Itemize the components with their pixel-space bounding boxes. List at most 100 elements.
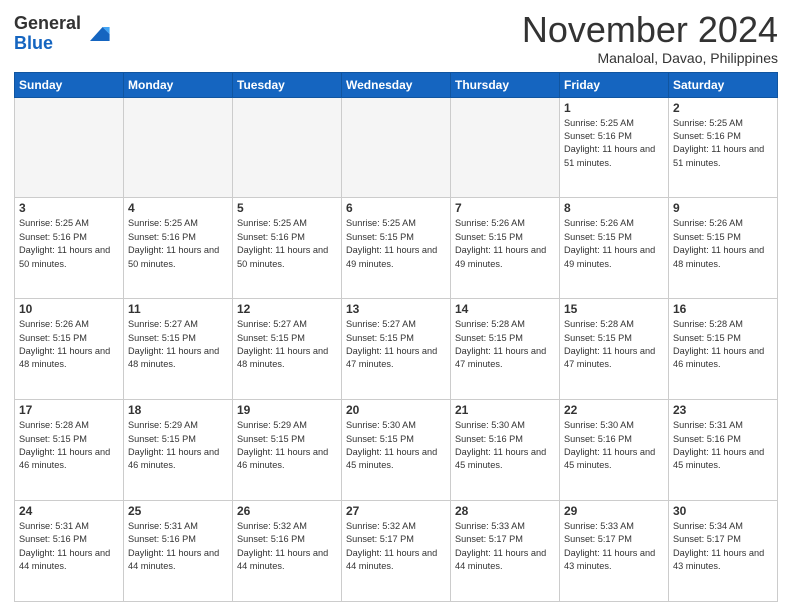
day-info: Sunrise: 5:26 AM Sunset: 5:15 PM Dayligh… bbox=[455, 217, 555, 270]
calendar-cell bbox=[124, 97, 233, 198]
calendar-cell: 29 Sunrise: 5:33 AM Sunset: 5:17 PM Dayli… bbox=[560, 501, 669, 602]
day-number: 27 bbox=[346, 504, 446, 518]
calendar-cell: 9 Sunrise: 5:26 AM Sunset: 5:15 PM Daylig… bbox=[669, 198, 778, 299]
day-info: Sunrise: 5:27 AM Sunset: 5:15 PM Dayligh… bbox=[346, 318, 446, 371]
weekday-header-row: SundayMondayTuesdayWednesdayThursdayFrid… bbox=[15, 72, 778, 97]
day-info: Sunrise: 5:33 AM Sunset: 5:17 PM Dayligh… bbox=[564, 520, 664, 573]
calendar-cell: 15 Sunrise: 5:28 AM Sunset: 5:15 PM Dayli… bbox=[560, 299, 669, 400]
calendar-cell: 11 Sunrise: 5:27 AM Sunset: 5:15 PM Dayli… bbox=[124, 299, 233, 400]
calendar-cell: 30 Sunrise: 5:34 AM Sunset: 5:17 PM Dayli… bbox=[669, 501, 778, 602]
day-number: 3 bbox=[19, 201, 119, 215]
calendar-cell: 5 Sunrise: 5:25 AM Sunset: 5:16 PM Daylig… bbox=[233, 198, 342, 299]
calendar-cell: 10 Sunrise: 5:26 AM Sunset: 5:15 PM Dayli… bbox=[15, 299, 124, 400]
weekday-header-cell: Saturday bbox=[669, 72, 778, 97]
day-number: 14 bbox=[455, 302, 555, 316]
calendar-cell: 24 Sunrise: 5:31 AM Sunset: 5:16 PM Dayli… bbox=[15, 501, 124, 602]
day-number: 30 bbox=[673, 504, 773, 518]
calendar-cell: 1 Sunrise: 5:25 AM Sunset: 5:16 PM Daylig… bbox=[560, 97, 669, 198]
calendar-cell: 8Sunrise: 5:26 AM Sunset: 5:15 PM Daylig… bbox=[560, 198, 669, 299]
day-info: Sunrise: 5:33 AM Sunset: 5:17 PM Dayligh… bbox=[455, 520, 555, 573]
day-info: Sunrise: 5:28 AM Sunset: 5:15 PM Dayligh… bbox=[564, 318, 664, 371]
calendar-cell: 12 Sunrise: 5:27 AM Sunset: 5:15 PM Dayli… bbox=[233, 299, 342, 400]
calendar-cell: 14Sunrise: 5:28 AM Sunset: 5:15 PM Dayli… bbox=[451, 299, 560, 400]
day-info: Sunrise: 5:29 AM Sunset: 5:15 PM Dayligh… bbox=[237, 419, 337, 472]
day-number: 1 bbox=[564, 101, 664, 115]
header: General Blue November 2024 Manaloal, Dav… bbox=[14, 10, 778, 66]
day-number: 26 bbox=[237, 504, 337, 518]
day-number: 10 bbox=[19, 302, 119, 316]
day-info: Sunrise: 5:32 AM Sunset: 5:17 PM Dayligh… bbox=[346, 520, 446, 573]
day-number: 12 bbox=[237, 302, 337, 316]
day-info: Sunrise: 5:28 AM Sunset: 5:15 PM Dayligh… bbox=[19, 419, 119, 472]
calendar-cell: 27 Sunrise: 5:32 AM Sunset: 5:17 PM Dayli… bbox=[342, 501, 451, 602]
title-block: November 2024 Manaloal, Davao, Philippin… bbox=[522, 10, 778, 66]
day-info: Sunrise: 5:31 AM Sunset: 5:16 PM Dayligh… bbox=[128, 520, 228, 573]
calendar-week-row: 17 Sunrise: 5:28 AM Sunset: 5:15 PM Dayli… bbox=[15, 400, 778, 501]
weekday-header-cell: Sunday bbox=[15, 72, 124, 97]
calendar-cell: 18Sunrise: 5:29 AM Sunset: 5:15 PM Dayli… bbox=[124, 400, 233, 501]
day-number: 28 bbox=[455, 504, 555, 518]
day-info: Sunrise: 5:27 AM Sunset: 5:15 PM Dayligh… bbox=[128, 318, 228, 371]
day-number: 29 bbox=[564, 504, 664, 518]
calendar-cell: 2Sunrise: 5:25 AM Sunset: 5:16 PM Daylig… bbox=[669, 97, 778, 198]
logo-blue: Blue bbox=[14, 33, 53, 53]
weekday-header-cell: Thursday bbox=[451, 72, 560, 97]
weekday-header-cell: Tuesday bbox=[233, 72, 342, 97]
logo: General Blue bbox=[14, 14, 111, 54]
weekday-header-cell: Friday bbox=[560, 72, 669, 97]
calendar-cell: 22 Sunrise: 5:30 AM Sunset: 5:16 PM Dayli… bbox=[560, 400, 669, 501]
day-info: Sunrise: 5:30 AM Sunset: 5:15 PM Dayligh… bbox=[346, 419, 446, 472]
calendar-cell: 6 Sunrise: 5:25 AM Sunset: 5:15 PM Daylig… bbox=[342, 198, 451, 299]
page: General Blue November 2024 Manaloal, Dav… bbox=[0, 0, 792, 612]
day-number: 2 bbox=[673, 101, 773, 115]
calendar-body: 1 Sunrise: 5:25 AM Sunset: 5:16 PM Daylig… bbox=[15, 97, 778, 601]
day-number: 11 bbox=[128, 302, 228, 316]
day-info: Sunrise: 5:29 AM Sunset: 5:15 PM Dayligh… bbox=[128, 419, 228, 472]
day-info: Sunrise: 5:34 AM Sunset: 5:17 PM Dayligh… bbox=[673, 520, 773, 573]
calendar-cell bbox=[451, 97, 560, 198]
day-info: Sunrise: 5:31 AM Sunset: 5:16 PM Dayligh… bbox=[673, 419, 773, 472]
day-number: 25 bbox=[128, 504, 228, 518]
location: Manaloal, Davao, Philippines bbox=[522, 50, 778, 66]
calendar-cell bbox=[342, 97, 451, 198]
calendar-week-row: 1 Sunrise: 5:25 AM Sunset: 5:16 PM Daylig… bbox=[15, 97, 778, 198]
day-number: 24 bbox=[19, 504, 119, 518]
day-number: 13 bbox=[346, 302, 446, 316]
calendar-cell: 20Sunrise: 5:30 AM Sunset: 5:15 PM Dayli… bbox=[342, 400, 451, 501]
calendar-cell bbox=[233, 97, 342, 198]
calendar-cell: 19 Sunrise: 5:29 AM Sunset: 5:15 PM Dayli… bbox=[233, 400, 342, 501]
day-info: Sunrise: 5:26 AM Sunset: 5:15 PM Dayligh… bbox=[673, 217, 773, 270]
month-title: November 2024 bbox=[522, 10, 778, 50]
day-info: Sunrise: 5:26 AM Sunset: 5:15 PM Dayligh… bbox=[564, 217, 664, 270]
calendar-cell: 26Sunrise: 5:32 AM Sunset: 5:16 PM Dayli… bbox=[233, 501, 342, 602]
day-info: Sunrise: 5:25 AM Sunset: 5:16 PM Dayligh… bbox=[564, 117, 664, 170]
day-number: 5 bbox=[237, 201, 337, 215]
day-info: Sunrise: 5:30 AM Sunset: 5:16 PM Dayligh… bbox=[455, 419, 555, 472]
day-number: 21 bbox=[455, 403, 555, 417]
day-number: 16 bbox=[673, 302, 773, 316]
day-number: 22 bbox=[564, 403, 664, 417]
day-info: Sunrise: 5:31 AM Sunset: 5:16 PM Dayligh… bbox=[19, 520, 119, 573]
day-info: Sunrise: 5:28 AM Sunset: 5:15 PM Dayligh… bbox=[673, 318, 773, 371]
day-info: Sunrise: 5:25 AM Sunset: 5:16 PM Dayligh… bbox=[128, 217, 228, 270]
day-number: 9 bbox=[673, 201, 773, 215]
logo-icon bbox=[83, 20, 111, 48]
calendar-cell: 17 Sunrise: 5:28 AM Sunset: 5:15 PM Dayli… bbox=[15, 400, 124, 501]
calendar-week-row: 3 Sunrise: 5:25 AM Sunset: 5:16 PM Daylig… bbox=[15, 198, 778, 299]
day-number: 23 bbox=[673, 403, 773, 417]
weekday-header-cell: Monday bbox=[124, 72, 233, 97]
day-number: 19 bbox=[237, 403, 337, 417]
day-info: Sunrise: 5:25 AM Sunset: 5:16 PM Dayligh… bbox=[237, 217, 337, 270]
day-info: Sunrise: 5:26 AM Sunset: 5:15 PM Dayligh… bbox=[19, 318, 119, 371]
day-info: Sunrise: 5:25 AM Sunset: 5:15 PM Dayligh… bbox=[346, 217, 446, 270]
calendar-cell: 23 Sunrise: 5:31 AM Sunset: 5:16 PM Dayli… bbox=[669, 400, 778, 501]
day-number: 15 bbox=[564, 302, 664, 316]
calendar-cell: 3Sunrise: 5:25 AM Sunset: 5:16 PM Daylig… bbox=[15, 198, 124, 299]
day-number: 17 bbox=[19, 403, 119, 417]
day-number: 6 bbox=[346, 201, 446, 215]
day-info: Sunrise: 5:27 AM Sunset: 5:15 PM Dayligh… bbox=[237, 318, 337, 371]
day-info: Sunrise: 5:30 AM Sunset: 5:16 PM Dayligh… bbox=[564, 419, 664, 472]
calendar-cell: 16 Sunrise: 5:28 AM Sunset: 5:15 PM Dayli… bbox=[669, 299, 778, 400]
day-number: 7 bbox=[455, 201, 555, 215]
calendar-cell: 7 Sunrise: 5:26 AM Sunset: 5:15 PM Daylig… bbox=[451, 198, 560, 299]
